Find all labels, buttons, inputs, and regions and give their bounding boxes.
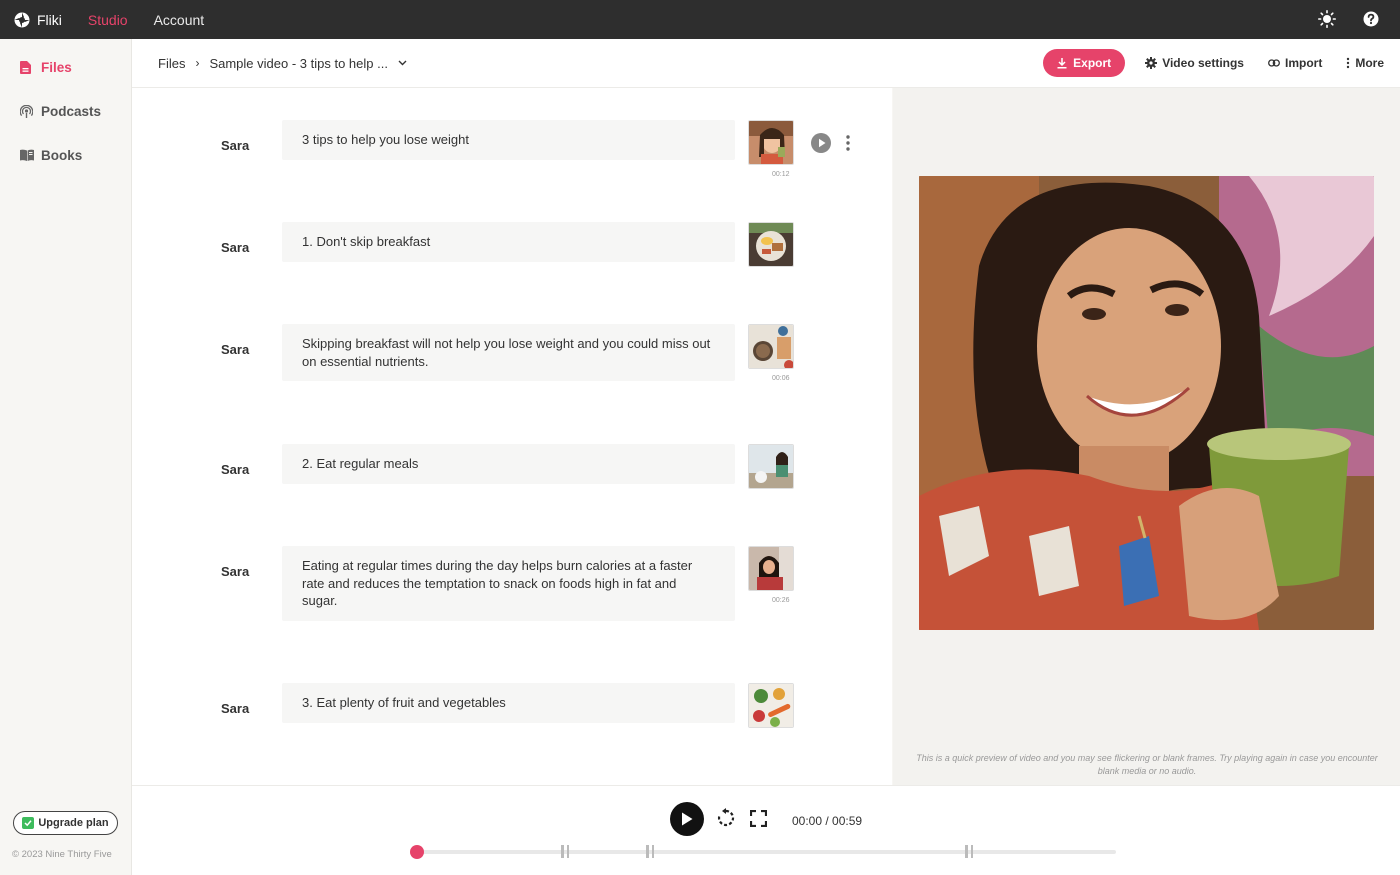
sidebar-item-label: Podcasts: [41, 103, 102, 119]
help-icon[interactable]: [1362, 10, 1380, 28]
scene-thumbnail[interactable]: [748, 120, 794, 165]
copyright: © 2023 Nine Thirty Five: [12, 849, 112, 860]
scene-duration: 00:06: [772, 375, 790, 382]
scene-marker[interactable]: [965, 845, 973, 858]
video-preview-panel: This is a quick preview of video and you…: [893, 88, 1400, 785]
nav-account[interactable]: Account: [154, 12, 205, 28]
sidebar-item-label: Files: [41, 59, 72, 75]
scene-marker[interactable]: [646, 845, 654, 858]
script-editor: Sara 3 tips to help you lose weight 00:1…: [132, 88, 892, 785]
sidebar-item-books[interactable]: Books: [20, 144, 131, 166]
chevron-right-icon: ›: [195, 56, 200, 70]
scene-text[interactable]: 2. Eat regular meals: [282, 444, 735, 484]
breadcrumb-current-file[interactable]: Sample video - 3 tips to help ...: [209, 56, 387, 71]
preview-notice: This is a quick preview of video and you…: [916, 753, 1378, 776]
video-settings-button[interactable]: Video settings: [1145, 56, 1244, 70]
download-icon: [1057, 57, 1067, 68]
speaker-name[interactable]: Sara: [221, 342, 249, 357]
speaker-name[interactable]: Sara: [221, 240, 249, 255]
scene-text[interactable]: 3. Eat plenty of fruit and vegetables: [282, 683, 735, 723]
kebab-icon: [1347, 57, 1350, 69]
sidebar-item-label: Books: [41, 147, 83, 163]
file-header: Files › Sample video - 3 tips to help ..…: [132, 39, 1400, 88]
file-icon: [20, 60, 34, 74]
play-button[interactable]: [670, 802, 704, 836]
breadcrumb-files[interactable]: Files: [158, 56, 185, 71]
timeline-scrubber[interactable]: [410, 845, 424, 859]
sidebar: Files Podcasts Books Upgrade plan © 2023…: [0, 39, 132, 875]
scene-controls: [811, 133, 850, 153]
header-actions: Export Video settings Import More: [1043, 49, 1384, 77]
podcast-icon: [20, 104, 34, 118]
play-icon: [682, 812, 693, 826]
speaker-name[interactable]: Sara: [221, 701, 249, 716]
play-scene-icon[interactable]: [811, 133, 831, 153]
scene-thumbnail[interactable]: [748, 683, 794, 728]
link-icon: [1268, 59, 1280, 67]
fullscreen-icon[interactable]: [750, 810, 767, 827]
video-preview[interactable]: [919, 176, 1374, 630]
scene-text[interactable]: Eating at regular times during the day h…: [282, 546, 735, 621]
scene-duration: 00:26: [772, 597, 790, 604]
fliki-logo-icon: [14, 12, 30, 27]
upgrade-plan-button[interactable]: Upgrade plan: [13, 811, 118, 835]
more-button[interactable]: More: [1346, 56, 1384, 70]
player-controls: 00:00 / 00:59: [132, 785, 1400, 875]
scene-text[interactable]: Skipping breakfast will not help you los…: [282, 324, 735, 381]
import-button[interactable]: Import: [1268, 56, 1322, 70]
app-logo[interactable]: Fliki: [14, 12, 62, 28]
scene-marker[interactable]: [561, 845, 569, 858]
scene-thumbnail[interactable]: [748, 324, 794, 369]
speaker-name[interactable]: Sara: [221, 138, 249, 153]
top-bar: Fliki Studio Account: [0, 0, 1400, 39]
upgrade-plan-label: Upgrade plan: [38, 817, 109, 829]
chevron-down-icon[interactable]: [398, 58, 407, 69]
sun-icon[interactable]: [1318, 10, 1336, 28]
scene-text[interactable]: 3 tips to help you lose weight: [282, 120, 735, 160]
sidebar-item-files[interactable]: Files: [20, 56, 131, 78]
timeline-track[interactable]: [410, 845, 1116, 859]
top-nav: Studio Account: [88, 12, 230, 28]
scene-text[interactable]: 1. Don't skip breakfast: [282, 222, 735, 262]
export-button[interactable]: Export: [1043, 49, 1126, 77]
replay-icon[interactable]: [716, 808, 736, 828]
speaker-name[interactable]: Sara: [221, 462, 249, 477]
book-icon: [20, 149, 34, 161]
scene-thumbnail[interactable]: [748, 222, 794, 267]
breadcrumb: Files › Sample video - 3 tips to help ..…: [158, 56, 407, 71]
kebab-icon[interactable]: [846, 135, 850, 151]
checkmark-icon: [22, 817, 35, 829]
sidebar-item-podcasts[interactable]: Podcasts: [20, 100, 131, 122]
top-icons: [1318, 10, 1380, 28]
gear-icon: [1145, 57, 1158, 69]
scene-thumbnail[interactable]: [748, 444, 794, 489]
nav-studio[interactable]: Studio: [88, 12, 128, 28]
app-name: Fliki: [37, 11, 62, 28]
speaker-name[interactable]: Sara: [221, 564, 249, 579]
scene-thumbnail[interactable]: [748, 546, 794, 591]
playback-time: 00:00 / 00:59: [792, 814, 863, 828]
scene-duration: 00:12: [772, 171, 790, 178]
